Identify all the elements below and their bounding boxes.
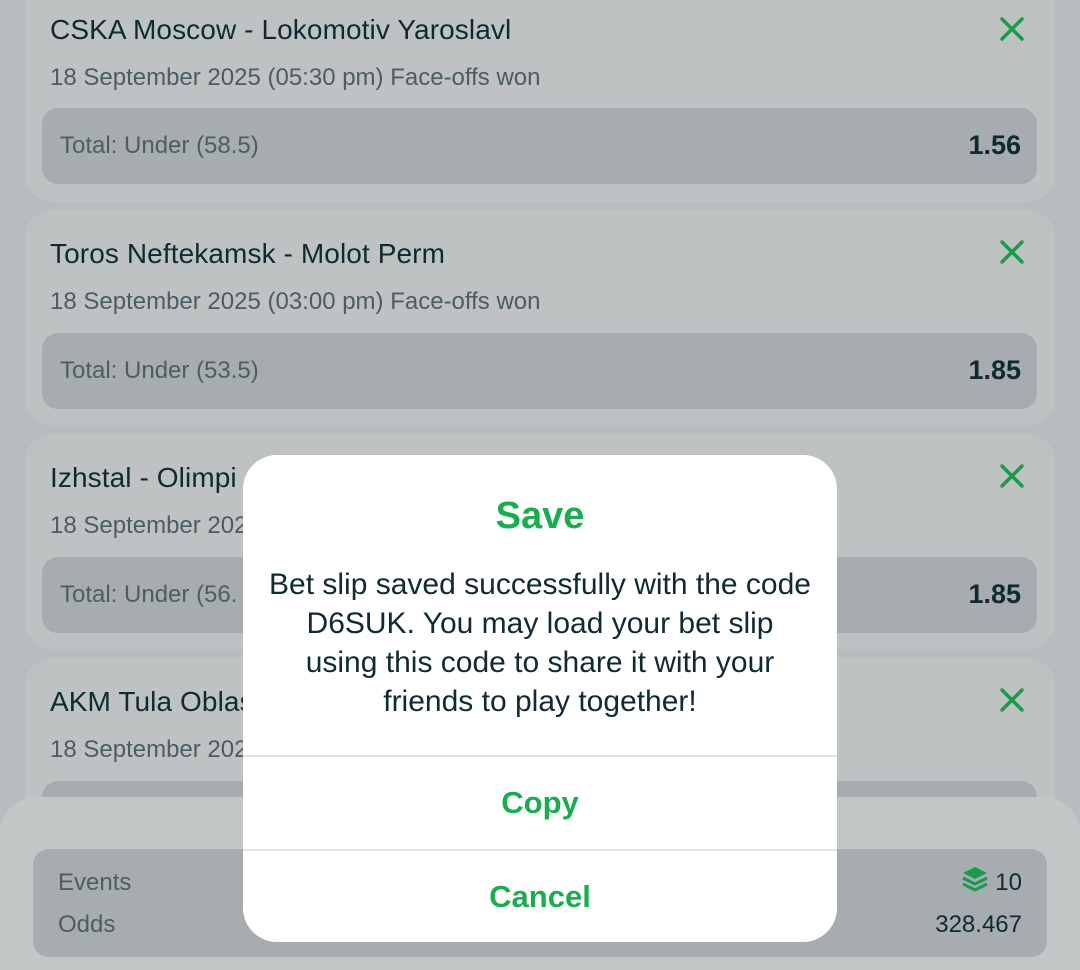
layers-stack-icon [962, 867, 988, 892]
match-date: 18 September 202 [50, 736, 248, 763]
events-label: Events [58, 869, 132, 896]
close-x-icon[interactable] [997, 237, 1027, 267]
odds-value: 1.56 [968, 130, 1021, 160]
bet-card: Toros Neftekamsk - Molot Perm 18 Septemb… [25, 210, 1055, 425]
cancel-button[interactable]: Cancel [243, 851, 837, 942]
match-title: Toros Neftekamsk - Molot Perm [50, 238, 445, 269]
pick-row: Total: Under (58.5) 1.56 [42, 108, 1037, 184]
match-title: CSKA Moscow - Lokomotiv Yaroslavl [50, 14, 512, 45]
odds-value: 1.85 [968, 355, 1021, 385]
odds-value: 1.85 [968, 579, 1021, 609]
pick-row: Total: Under (53.5) 1.85 [42, 333, 1037, 409]
match-date: 18 September 2025 (05:30 pm) Face-offs w… [50, 64, 541, 91]
match-title: Izhstal - Olimpi [50, 462, 237, 493]
odds-label: Odds [58, 911, 116, 938]
match-title: AKM Tula Oblas [50, 686, 254, 717]
save-dialog: Save Bet slip saved successfully with th… [243, 455, 837, 942]
close-x-icon[interactable] [997, 685, 1027, 715]
events-count: 10 [995, 869, 1022, 896]
market-label: Total: Under (56. [60, 581, 238, 608]
copy-button[interactable]: Copy [243, 757, 837, 849]
market-label: Total: Under (53.5) [60, 357, 259, 384]
match-date: 18 September 2025 (03:00 pm) Face-offs w… [50, 288, 541, 315]
match-date: 18 September 202 [50, 512, 248, 539]
dialog-message: Bet slip saved successfully with the cod… [269, 568, 811, 718]
bet-card: CSKA Moscow - Lokomotiv Yaroslavl 18 Sep… [25, 0, 1055, 202]
total-odds-value: 328.467 [935, 911, 1022, 938]
close-x-icon[interactable] [997, 461, 1027, 491]
market-label: Total: Under (58.5) [60, 132, 259, 159]
dialog-title: Save [495, 495, 585, 537]
close-x-icon[interactable] [997, 14, 1027, 44]
